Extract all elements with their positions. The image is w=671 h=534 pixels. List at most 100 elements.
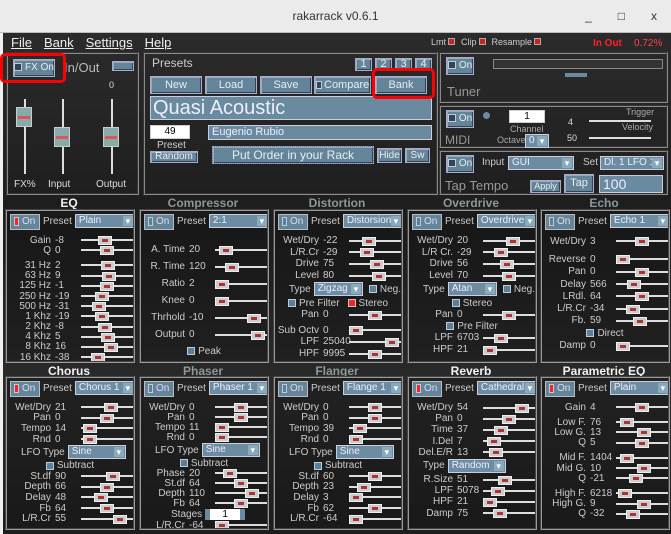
- menu-bank[interactable]: Bank: [44, 35, 74, 50]
- slider-thumb[interactable]: [368, 472, 382, 482]
- slider-thumb[interactable]: [505, 236, 520, 246]
- overdrive-preset-select[interactable]: Overdrive 1: [476, 214, 535, 228]
- param-slider[interactable]: [81, 281, 133, 291]
- hide-button[interactable]: Hide: [377, 148, 402, 163]
- param-slider[interactable]: [81, 424, 133, 434]
- slider-thumb[interactable]: [94, 493, 109, 503]
- minimize-button[interactable]: _: [585, 0, 592, 33]
- param-slider[interactable]: [616, 499, 668, 509]
- slider-thumb[interactable]: [352, 424, 367, 434]
- slider-thumb[interactable]: [636, 464, 651, 474]
- param-slider[interactable]: [349, 493, 401, 503]
- slider-thumb[interactable]: [100, 413, 114, 423]
- slider-thumb[interactable]: [224, 262, 239, 272]
- param-slider[interactable]: [616, 267, 668, 277]
- slider-thumb[interactable]: [633, 316, 648, 326]
- bpm-field[interactable]: 100: [599, 175, 663, 193]
- slider-thumb[interactable]: [483, 345, 497, 355]
- param-slider[interactable]: [81, 292, 133, 302]
- slider-thumb[interactable]: [218, 245, 233, 255]
- slider-thumb[interactable]: [385, 337, 400, 347]
- slider-thumb[interactable]: [234, 479, 248, 488]
- slider-thumb[interactable]: [502, 310, 516, 320]
- param-slider[interactable]: [616, 304, 668, 314]
- slider-thumb[interactable]: [100, 482, 114, 492]
- slider-thumb[interactable]: [502, 414, 516, 424]
- maximize-button[interactable]: □: [618, 0, 625, 33]
- param-slider[interactable]: [349, 337, 401, 347]
- slider-thumb[interactable]: [494, 248, 509, 258]
- parametric-eq-preset-select[interactable]: Plain: [609, 381, 668, 395]
- checkbox-pre-filter[interactable]: Pre Filter: [287, 298, 340, 309]
- slider-thumb[interactable]: [100, 261, 115, 271]
- slider-thumb[interactable]: [616, 341, 630, 351]
- slider-thumb[interactable]: [101, 332, 116, 342]
- param-slider[interactable]: [81, 493, 133, 503]
- slider-thumb[interactable]: [362, 236, 377, 246]
- param-slider[interactable]: [349, 349, 401, 359]
- slider-thumb[interactable]: [95, 292, 110, 302]
- checkbox-subtract[interactable]: Subtract: [45, 460, 94, 471]
- slider-thumb[interactable]: [105, 472, 120, 482]
- slider-thumb[interactable]: [619, 453, 634, 463]
- neg-checkbox[interactable]: Neg.: [368, 284, 401, 295]
- param-slider[interactable]: [81, 271, 133, 281]
- slider-thumb[interactable]: [103, 403, 118, 413]
- preset-name-display[interactable]: Quasi Acoustic: [150, 96, 432, 120]
- slider-thumb[interactable]: [215, 423, 229, 432]
- param-slider[interactable]: [215, 245, 267, 255]
- param-slider[interactable]: [81, 302, 133, 312]
- slider-thumb[interactable]: [490, 486, 505, 496]
- slider-thumb[interactable]: [113, 514, 128, 524]
- put-order-button[interactable]: Put Order in your Rack: [212, 146, 374, 164]
- slider-thumb[interactable]: [625, 304, 640, 314]
- close-button[interactable]: x: [651, 0, 657, 33]
- param-slider[interactable]: [616, 418, 668, 428]
- param-slider[interactable]: [616, 489, 668, 499]
- param-slider[interactable]: [483, 448, 535, 458]
- param-slider[interactable]: [616, 403, 668, 413]
- slider-thumb[interactable]: [500, 259, 515, 269]
- compare-button[interactable]: Compare: [314, 76, 371, 94]
- slider-thumb[interactable]: [635, 267, 649, 277]
- slider-thumb[interactable]: [488, 448, 503, 458]
- param-slider[interactable]: [349, 472, 401, 482]
- compressor-on-button[interactable]: On: [144, 214, 174, 230]
- type-select[interactable]: Sine: [201, 443, 260, 457]
- param-slider[interactable]: [81, 435, 133, 445]
- slider-thumb[interactable]: [635, 237, 649, 247]
- bank-2-button[interactable]: 2: [375, 58, 392, 71]
- param-slider[interactable]: [215, 296, 267, 306]
- slider-thumb[interactable]: [101, 271, 116, 281]
- tap-input-select[interactable]: GUI: [508, 156, 574, 170]
- slider-thumb[interactable]: [247, 313, 262, 323]
- menu-help[interactable]: Help: [145, 35, 172, 50]
- slider-thumb[interactable]: [492, 509, 507, 519]
- checkbox-pre-filter[interactable]: Pre Filter: [446, 321, 498, 332]
- reverb-on-button[interactable]: On: [412, 381, 442, 397]
- slider-thumb[interactable]: [103, 342, 118, 352]
- param-slider[interactable]: [349, 424, 401, 434]
- param-slider[interactable]: [483, 403, 535, 413]
- slider-thumb[interactable]: [222, 469, 237, 478]
- slider-thumb[interactable]: [349, 435, 363, 445]
- param-slider[interactable]: [81, 504, 133, 514]
- param-slider[interactable]: [349, 514, 401, 524]
- param-slider[interactable]: [616, 255, 668, 265]
- param-slider[interactable]: [616, 474, 668, 484]
- param-slider[interactable]: [215, 403, 267, 412]
- param-slider[interactable]: [349, 271, 401, 281]
- slider-thumb[interactable]: [629, 474, 644, 484]
- fx-on-button[interactable]: FX On: [13, 59, 55, 77]
- param-slider[interactable]: [349, 413, 401, 423]
- slider-thumb[interactable]: [245, 489, 260, 498]
- slider-thumb[interactable]: [617, 489, 632, 499]
- slider-thumb[interactable]: [215, 521, 229, 528]
- param-slider[interactable]: [483, 248, 535, 258]
- param-slider[interactable]: [616, 341, 668, 351]
- param-slider[interactable]: [616, 280, 668, 290]
- type-select[interactable]: Atan: [447, 282, 497, 297]
- param-slider[interactable]: [616, 292, 668, 302]
- slider-thumb[interactable]: [616, 255, 630, 265]
- slider-thumb[interactable]: [483, 497, 497, 507]
